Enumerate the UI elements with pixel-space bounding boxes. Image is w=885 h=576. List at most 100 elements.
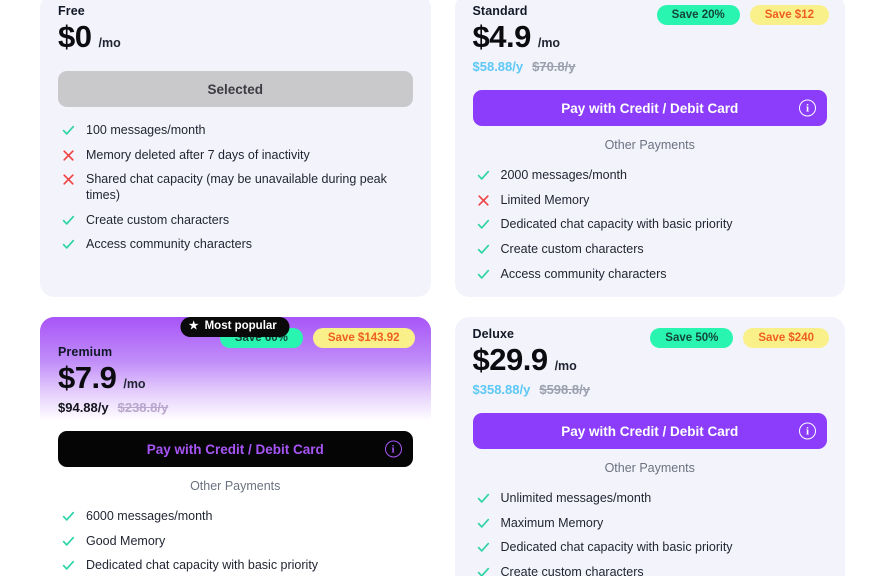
check-icon — [62, 535, 75, 548]
feature-label: Shared chat capacity (may be unavailable… — [86, 172, 387, 202]
feature-item: Dedicated chat capacity with basic prior… — [473, 213, 828, 238]
star-icon: ★ — [188, 320, 199, 333]
info-icon[interactable]: i — [384, 440, 402, 458]
price-row: $0/mo — [58, 19, 413, 55]
plan-price: $4.9 — [472, 19, 532, 54]
info-icon[interactable]: i — [799, 422, 816, 440]
yearly-price-discounted: $94.88/y — [58, 400, 109, 415]
feature-item: Access community characters — [473, 263, 828, 288]
selected-button[interactable]: Selected — [58, 71, 413, 107]
check-icon — [477, 566, 490, 576]
plan-body-free: Selected 100 messages/month Memory deleted… — [40, 71, 431, 258]
plan-price: $0 — [58, 19, 92, 54]
savings-badges: Save 50% Save $240 — [650, 328, 829, 348]
check-icon — [62, 214, 75, 227]
most-popular-badge: ★ Most popular — [180, 317, 290, 337]
price-period: /mo — [537, 36, 561, 50]
check-icon — [477, 218, 490, 231]
feature-label: 6000 messages/month — [86, 509, 213, 523]
cta-label: Selected — [207, 81, 264, 97]
feature-label: Unlimited messages/month — [500, 491, 652, 505]
plan-name: Free — [58, 4, 85, 18]
feature-item: Maximum Memory — [473, 512, 828, 537]
feature-item: 2000 messages/month — [473, 164, 828, 189]
plan-card-premium: ★ Most popular Save 60% Save $143.92 Premium… — [40, 317, 431, 576]
feature-label: 100 messages/month — [86, 123, 206, 137]
feature-item: Create custom characters — [58, 209, 413, 234]
feature-label: Create custom characters — [500, 564, 644, 576]
cta-label: Pay with Credit / Debit Card — [561, 100, 739, 116]
check-icon — [477, 517, 490, 530]
plan-price: $7.9 — [58, 360, 117, 395]
badge-save-percent: Save 50% — [650, 328, 734, 348]
plan-card-standard: Save 20% Save $12 Standard $4.9/mo $58.88/y $… — [454, 0, 846, 297]
yearly-price-row: $94.88/y $238.8/y — [58, 400, 413, 415]
feature-label: Create custom characters — [86, 212, 230, 227]
feature-label: Access community characters — [500, 266, 667, 281]
cta-label: Pay with Credit / Debit Card — [146, 441, 324, 457]
feature-item: Unlimited messages/month — [473, 487, 828, 512]
feature-label: Good Memory — [86, 533, 166, 548]
plan-header-standard: Save 20% Save $12 Standard $4.9/mo $58.88/y $… — [455, 0, 846, 80]
cta-label: Pay with Credit / Debit Card — [561, 423, 739, 439]
feature-label: Access community characters — [86, 237, 253, 252]
cross-icon — [62, 173, 75, 186]
badge-save-amount: Save $12 — [749, 5, 829, 25]
feature-item: Dedicated chat capacity with basic prior… — [473, 536, 828, 561]
badge-save-percent: Save 20% — [656, 5, 740, 25]
feature-item: Limited Memory — [473, 189, 828, 214]
plan-price: $29.9 — [472, 342, 549, 377]
feature-item: Good Memory — [58, 530, 413, 555]
check-icon — [62, 124, 75, 137]
check-icon — [477, 169, 490, 182]
feature-label: Limited Memory — [500, 192, 590, 207]
pay-with-card-button[interactable]: Pay with Credit / Debit Card i — [472, 90, 827, 126]
other-payments-link[interactable]: Other Payments — [473, 461, 828, 475]
plan-body-premium: Pay with Credit / Debit Card i Other Payme… — [40, 431, 431, 576]
price-row: $7.9/mo — [58, 360, 413, 396]
feature-list: 6000 messages/month Good Memory Dedicated … — [58, 505, 413, 576]
feature-item: Access community characters — [58, 233, 413, 258]
other-payments-link[interactable]: Other Payments — [473, 138, 828, 152]
pay-with-card-button[interactable]: Pay with Credit / Debit Card i — [472, 413, 827, 449]
feature-item: 6000 messages/month — [58, 505, 413, 530]
yearly-price-discounted: $58.88/y — [472, 59, 524, 74]
feature-list: 2000 messages/month Limited Memory Dedicat… — [473, 164, 828, 287]
plan-card-deluxe: Save 50% Save $240 Deluxe $29.9/mo $358.88/y… — [454, 317, 846, 576]
price-period: /mo — [98, 36, 121, 50]
feature-label: Dedicated chat capacity with basic prior… — [500, 217, 733, 232]
yearly-price-row: $58.88/y $70.8/y — [473, 59, 828, 74]
plan-card-free: Free $0/mo Selected 100 messages/month Memor… — [40, 0, 431, 297]
feature-label: 2000 messages/month — [500, 168, 627, 182]
badge-save-amount: Save $143.92 — [312, 328, 415, 348]
price-period: /mo — [123, 377, 146, 391]
check-icon — [477, 268, 490, 281]
pricing-plan-grid: Free $0/mo Selected 100 messages/month Memor… — [0, 0, 885, 576]
yearly-price-original: $70.8/y — [532, 59, 576, 74]
feature-label: Create custom characters — [500, 241, 644, 256]
plan-body-standard: Pay with Credit / Debit Card i Other Payme… — [455, 90, 846, 287]
yearly-price-discounted: $358.88/y — [472, 382, 531, 397]
feature-list: 100 messages/month Memory deleted after 7… — [58, 119, 413, 258]
feature-label: Dedicated chat capacity with basic prior… — [86, 558, 319, 573]
feature-item: Create custom characters — [473, 561, 828, 576]
feature-label: Memory deleted after 7 days of inactivit… — [86, 147, 310, 162]
price-period: /mo — [554, 359, 577, 373]
check-icon — [62, 238, 75, 251]
yearly-price-original: $238.8/y — [117, 400, 169, 415]
feature-item: Dedicated chat capacity with basic prior… — [58, 554, 413, 576]
pay-with-card-button[interactable]: Pay with Credit / Debit Card i — [58, 431, 413, 467]
other-payments-link[interactable]: Other Payments — [58, 479, 413, 493]
badge-save-amount: Save $240 — [743, 328, 829, 348]
plan-body-deluxe: Pay with Credit / Debit Card i Other Payme… — [455, 413, 846, 576]
check-icon — [62, 510, 75, 523]
feature-label: Maximum Memory — [500, 515, 604, 530]
check-icon — [477, 243, 490, 256]
feature-list: Unlimited messages/month Maximum Memory De… — [473, 487, 828, 576]
cross-icon — [62, 149, 75, 162]
feature-label: Dedicated chat capacity with basic prior… — [500, 540, 733, 555]
yearly-price-row: $358.88/y $598.8/y — [473, 382, 828, 397]
info-icon[interactable]: i — [799, 99, 816, 117]
feature-item: Shared chat capacity (may be unavailable… — [58, 168, 413, 208]
feature-item: Memory deleted after 7 days of inactivit… — [58, 144, 413, 169]
